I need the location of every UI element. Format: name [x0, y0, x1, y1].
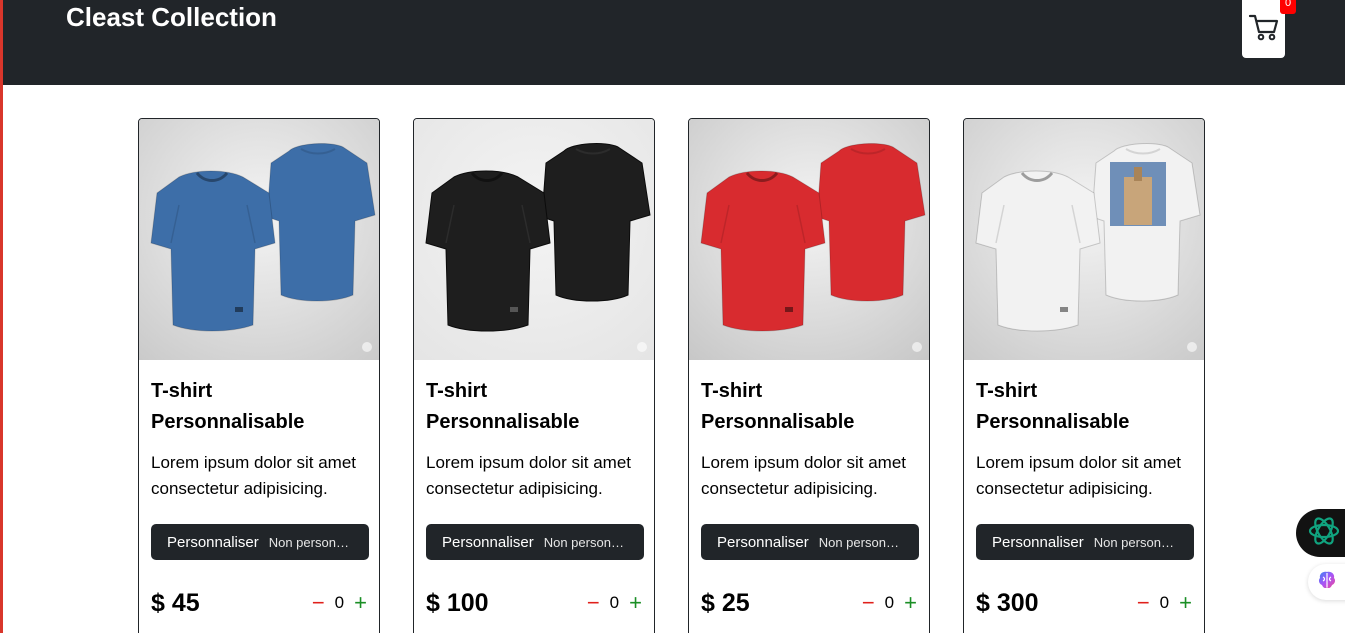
personnaliser-label: Personnaliser	[442, 533, 534, 551]
cart-count-badge: 0	[1280, 0, 1296, 14]
product-price: $ 45	[151, 588, 200, 617]
customization-status: Non personnalisé	[268, 534, 355, 550]
customization-status: Non personnalisé	[1093, 534, 1180, 550]
quantity-stepper: − 0 +	[312, 592, 367, 614]
product-title-line1: T-shirt	[426, 380, 488, 402]
increase-quantity-button[interactable]: +	[354, 592, 367, 614]
quantity-stepper: − 0 +	[1137, 592, 1192, 614]
quantity-value: 0	[884, 593, 895, 612]
product-title-line2: Personnalisable	[976, 411, 1130, 433]
chat-assistant-button[interactable]	[1296, 509, 1345, 557]
product-title-line1: T-shirt	[701, 380, 763, 402]
top-header: Cleast Collection	[0, 0, 1345, 85]
card-body: T-shirt Personnalisable Lorem ipsum dolo…	[689, 360, 929, 560]
product-grid: T-shirt Personnalisable Lorem ipsum dolo…	[138, 118, 1205, 633]
quantity-stepper: − 0 +	[862, 592, 917, 614]
card-body: T-shirt Personnalisable Lorem ipsum dolo…	[139, 360, 379, 560]
card-body: T-shirt Personnalisable Lorem ipsum dolo…	[964, 360, 1204, 560]
page-title: Cleast Collection	[66, 2, 277, 32]
quantity-value: 0	[334, 593, 345, 612]
quantity-value: 0	[609, 593, 620, 612]
personnaliser-button[interactable]: Personnaliser Non personnalisé	[426, 524, 644, 560]
product-image	[139, 119, 379, 360]
personnaliser-label: Personnaliser	[717, 533, 809, 551]
product-title-line2: Personnalisable	[151, 411, 305, 433]
product-card: T-shirt Personnalisable Lorem ipsum dolo…	[963, 118, 1205, 633]
brain-assistant-button[interactable]	[1308, 564, 1345, 600]
product-title-line2: Personnalisable	[701, 411, 855, 433]
personnaliser-button[interactable]: Personnaliser Non personnalisé	[976, 524, 1194, 560]
personnaliser-label: Personnaliser	[992, 533, 1084, 551]
product-title: T-shirt Personnalisable	[426, 376, 642, 438]
product-description: Lorem ipsum dolor sit amet consectetur a…	[976, 453, 1182, 498]
product-description: Lorem ipsum dolor sit amet consectetur a…	[426, 453, 632, 498]
card-body: T-shirt Personnalisable Lorem ipsum dolo…	[414, 360, 654, 560]
product-card: T-shirt Personnalisable Lorem ipsum dolo…	[688, 118, 930, 633]
personnaliser-button[interactable]: Personnaliser Non personnalisé	[701, 524, 919, 560]
increase-quantity-button[interactable]: +	[629, 592, 642, 614]
personnaliser-button[interactable]: Personnaliser Non personnalisé	[151, 524, 369, 560]
product-title-line1: T-shirt	[151, 380, 213, 402]
product-image	[689, 119, 929, 360]
cart-button[interactable]	[1242, 0, 1285, 58]
product-title-line1: T-shirt	[976, 380, 1038, 402]
product-title: T-shirt Personnalisable	[976, 376, 1192, 438]
price-row: $ 100 − 0 +	[426, 585, 642, 621]
decrease-quantity-button[interactable]: −	[587, 592, 600, 614]
quantity-value: 0	[1159, 593, 1170, 612]
product-title-line2: Personnalisable	[426, 411, 580, 433]
customization-status: Non personnalisé	[818, 534, 905, 550]
cart-icon	[1248, 12, 1280, 47]
product-title: T-shirt Personnalisable	[151, 376, 367, 438]
product-price: $ 25	[701, 588, 750, 617]
product-image	[964, 119, 1204, 360]
quantity-stepper: − 0 +	[587, 592, 642, 614]
chatgpt-icon	[1306, 513, 1342, 554]
product-description: Lorem ipsum dolor sit amet consectetur a…	[701, 453, 907, 498]
personnaliser-label: Personnaliser	[167, 533, 259, 551]
brain-icon	[1316, 569, 1338, 596]
product-card: T-shirt Personnalisable Lorem ipsum dolo…	[413, 118, 655, 633]
product-title: T-shirt Personnalisable	[701, 376, 917, 438]
increase-quantity-button[interactable]: +	[1179, 592, 1192, 614]
decrease-quantity-button[interactable]: −	[312, 592, 325, 614]
product-price: $ 100	[426, 588, 489, 617]
customization-status: Non personnalisé	[543, 534, 630, 550]
increase-quantity-button[interactable]: +	[904, 592, 917, 614]
product-price: $ 300	[976, 588, 1039, 617]
left-accent-border	[0, 0, 3, 633]
price-row: $ 25 − 0 +	[701, 585, 917, 621]
product-image	[414, 119, 654, 360]
decrease-quantity-button[interactable]: −	[1137, 592, 1150, 614]
product-card: T-shirt Personnalisable Lorem ipsum dolo…	[138, 118, 380, 633]
page: Cleast Collection 0 T-shirt Personnalisa…	[0, 0, 1345, 633]
price-row: $ 45 − 0 +	[151, 585, 367, 621]
price-row: $ 300 − 0 +	[976, 585, 1192, 621]
decrease-quantity-button[interactable]: −	[862, 592, 875, 614]
product-description: Lorem ipsum dolor sit amet consectetur a…	[151, 453, 357, 498]
